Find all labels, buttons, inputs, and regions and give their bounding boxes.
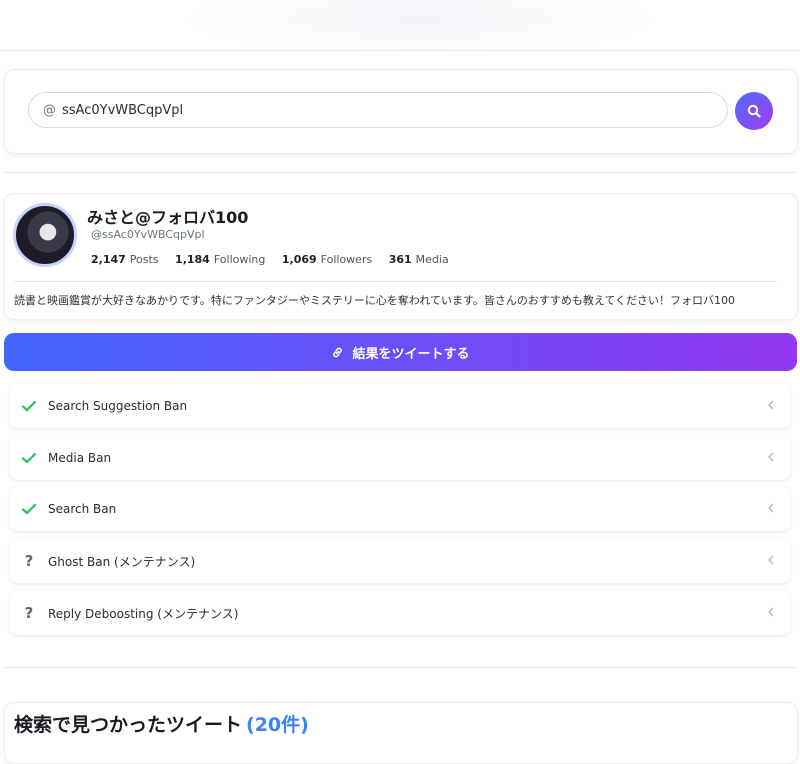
stat-media: 361 Media xyxy=(388,253,449,266)
question-icon: ? xyxy=(24,604,34,622)
tweet-result-button[interactable]: 結果をツイートする xyxy=(4,333,797,371)
check-label: Reply Deboosting (メンテナンス) xyxy=(48,606,239,621)
check-ghost-ban[interactable]: ? Ghost Ban (メンテナンス) xyxy=(10,539,790,583)
results-title-text: 検索で見つかったツイート xyxy=(14,714,243,736)
check-label: Search Ban xyxy=(48,502,117,516)
stat-following: 1,184 Following xyxy=(175,253,266,266)
check-icon xyxy=(10,502,48,516)
at-icon: @ xyxy=(43,102,56,118)
profile-handle: @ssAc0YvWBCqpVpl xyxy=(91,228,205,241)
check-label: Search Suggestion Ban xyxy=(48,399,188,413)
divider xyxy=(4,667,796,668)
chevron-left-icon xyxy=(768,400,774,410)
search-input-value: ssAc0YvWBCqpVpl xyxy=(62,102,184,118)
search-card: @ ssAc0YvWBCqpVpl xyxy=(4,69,798,154)
check-icon xyxy=(10,399,48,413)
chevron-left-icon xyxy=(768,503,774,513)
check-search-ban[interactable]: Search Ban xyxy=(10,487,790,531)
search-input[interactable]: @ ssAc0YvWBCqpVpl xyxy=(28,92,728,128)
profile-bio: 読書と映画鑑賞が大好きなあかりです。特にファンタジーやミステリーに心を奪われてい… xyxy=(14,294,736,307)
profile-stats: 2,147 Posts 1,184 Following 1,069 Followers… xyxy=(91,253,449,266)
results-count: (20件) xyxy=(246,714,309,736)
check-label: Media Ban xyxy=(48,451,112,465)
top-header-bar xyxy=(0,0,800,51)
profile-divider xyxy=(14,281,777,282)
avatar xyxy=(13,203,77,267)
question-icon: ? xyxy=(24,552,34,570)
divider xyxy=(4,172,796,173)
check-icon xyxy=(10,451,48,465)
tweet-result-label: 結果をツイートする xyxy=(352,346,470,362)
profile-name: みさと@フォロバ100 xyxy=(87,208,249,227)
stat-followers: 1,069 Followers xyxy=(281,253,373,266)
chevron-left-icon xyxy=(768,452,774,462)
check-search-suggestion-ban[interactable]: Search Suggestion Ban xyxy=(10,384,790,428)
chevron-left-icon xyxy=(768,607,774,617)
results-title: 検索で見つかったツイート (20件) xyxy=(14,710,309,737)
link-icon xyxy=(333,347,343,357)
check-label: Ghost Ban (メンテナンス) xyxy=(48,554,196,569)
chevron-left-icon xyxy=(768,555,774,565)
search-icon xyxy=(747,104,761,118)
check-reply-deboosting[interactable]: ? Reply Deboosting (メンテナンス) xyxy=(10,591,790,635)
stat-posts: 2,147 Posts xyxy=(91,253,159,266)
search-button[interactable] xyxy=(735,92,773,130)
check-media-ban[interactable]: Media Ban xyxy=(10,436,790,480)
